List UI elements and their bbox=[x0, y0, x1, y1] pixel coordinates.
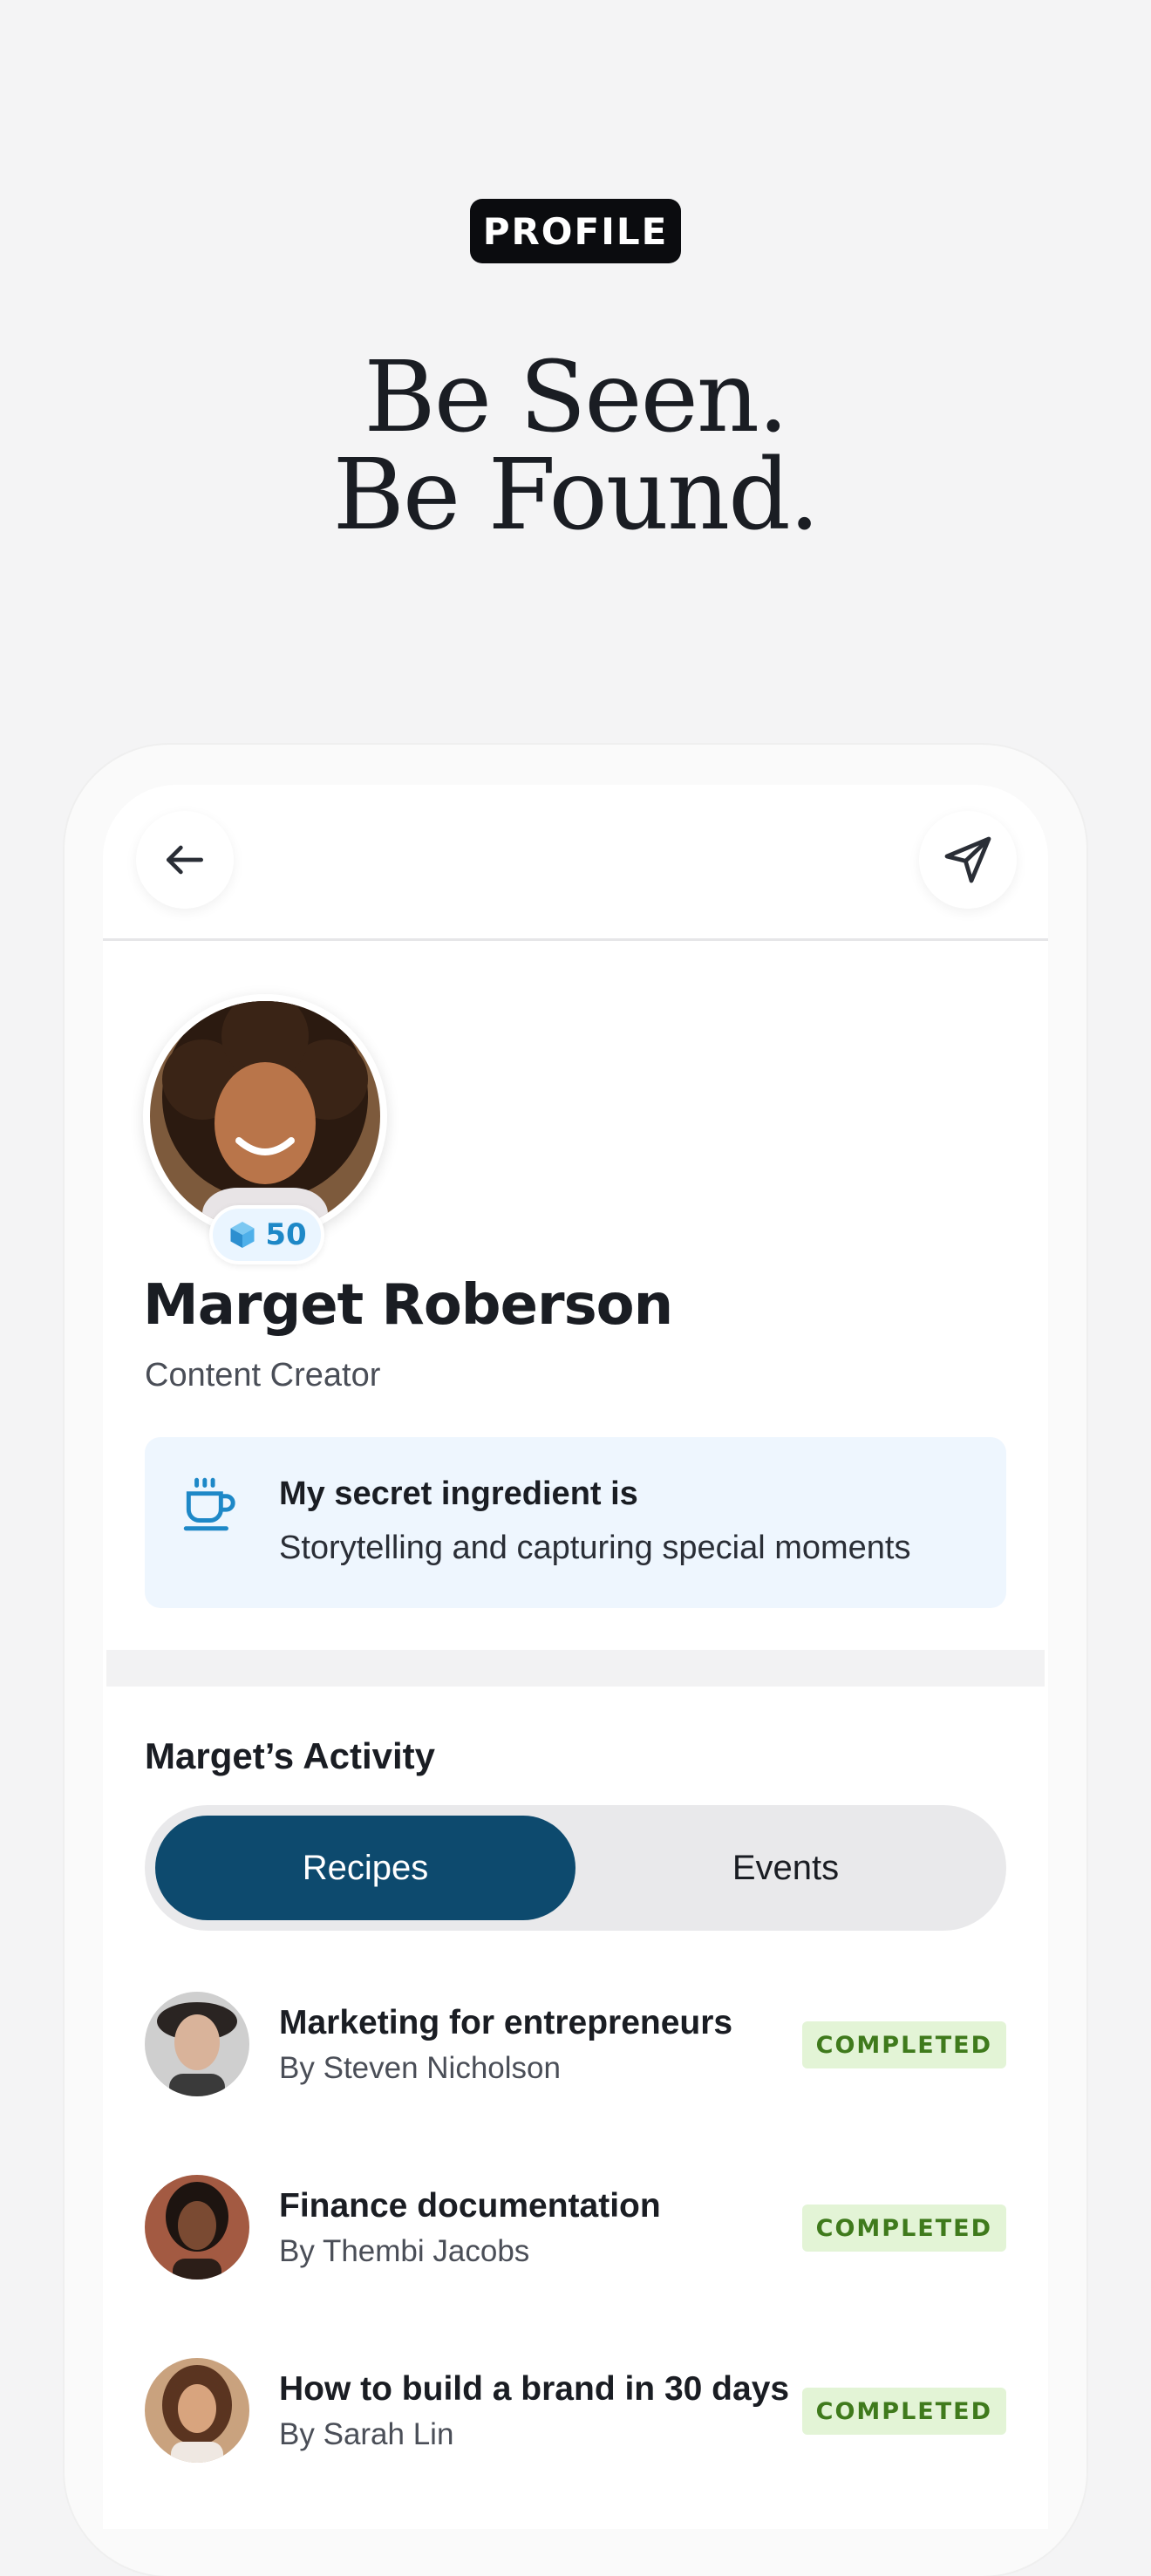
avatar bbox=[150, 1001, 380, 1231]
section-badge: PROFILE bbox=[470, 199, 681, 263]
tab-recipes[interactable]: Recipes bbox=[155, 1816, 576, 1920]
avatar bbox=[145, 2358, 249, 2463]
list-item[interactable]: Marketing for entrepreneurs By Steven Ni… bbox=[145, 1992, 1006, 2100]
item-title: Finance documentation bbox=[279, 2187, 661, 2225]
top-bar bbox=[103, 785, 1048, 941]
item-author: By Thembi Jacobs bbox=[279, 2234, 530, 2268]
secret-ingredient-card: My secret ingredient is Storytelling and… bbox=[145, 1437, 1006, 1608]
avatar bbox=[145, 1992, 249, 2096]
item-author: By Sarah Lin bbox=[279, 2417, 454, 2451]
points-value: 50 bbox=[265, 1217, 307, 1252]
headline-line-1: Be Seen. bbox=[364, 341, 788, 454]
secret-ingredient-text: Storytelling and capturing special momen… bbox=[279, 1530, 911, 1566]
headline-line-2: Be Found. bbox=[332, 439, 821, 552]
cube-icon bbox=[230, 1222, 255, 1248]
status-badge: COMPLETED bbox=[801, 2388, 1006, 2435]
item-title: Marketing for entrepreneurs bbox=[279, 2004, 733, 2041]
profile-name: Marget Roberson bbox=[143, 1273, 673, 1338]
avatar bbox=[145, 2175, 249, 2280]
activity-tabs: Recipes Events bbox=[145, 1805, 1006, 1931]
section-divider bbox=[106, 1650, 1045, 1687]
tab-events[interactable]: Events bbox=[576, 1816, 996, 1920]
back-button[interactable] bbox=[136, 811, 234, 909]
coffee-cup-icon bbox=[183, 1477, 235, 1531]
profile-screen: 50 Marget Roberson Content Creator My se… bbox=[103, 785, 1048, 2529]
share-button[interactable] bbox=[919, 811, 1017, 909]
arrow-left-icon bbox=[167, 845, 204, 875]
list-item[interactable]: How to build a brand in 30 days By Sarah… bbox=[145, 2358, 1006, 2466]
activity-title: Marget’s Activity bbox=[145, 1735, 435, 1776]
status-badge: COMPLETED bbox=[801, 2021, 1006, 2068]
item-title: How to build a brand in 30 days bbox=[279, 2370, 790, 2408]
item-author: By Steven Nicholson bbox=[279, 2051, 561, 2085]
points-badge: 50 bbox=[209, 1205, 324, 1264]
status-badge: COMPLETED bbox=[801, 2205, 1006, 2252]
paper-plane-icon bbox=[944, 836, 991, 883]
secret-ingredient-label: My secret ingredient is bbox=[279, 1475, 638, 1512]
list-item[interactable]: Finance documentation By Thembi Jacobs C… bbox=[145, 2175, 1006, 2283]
profile-avatar[interactable] bbox=[143, 994, 387, 1238]
headline: Be Seen. Be Found. bbox=[0, 349, 1151, 544]
profile-role: Content Creator bbox=[145, 1357, 381, 1394]
